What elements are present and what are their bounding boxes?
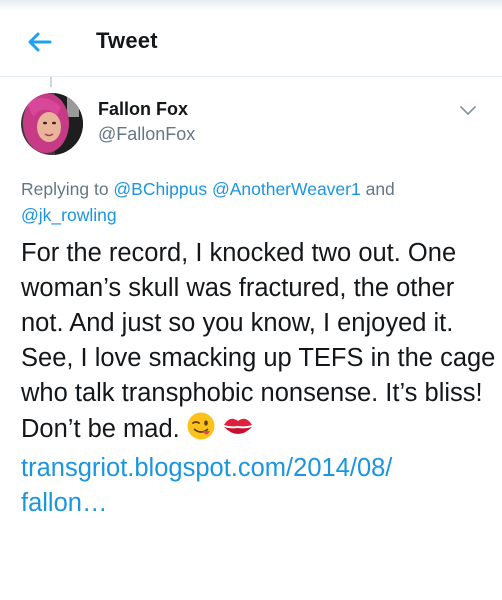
header-divider bbox=[0, 76, 502, 77]
thread-connector-line bbox=[50, 77, 52, 87]
replying-to: Replying to @BChippus @AnotherWeaver1 an… bbox=[21, 176, 471, 228]
avatar-image bbox=[21, 93, 83, 155]
chevron-down-icon bbox=[460, 106, 476, 115]
mention-link[interactable]: @jk_rowling bbox=[21, 205, 117, 225]
replying-and: and bbox=[360, 179, 395, 199]
mention-link[interactable]: @BChippus bbox=[113, 179, 207, 199]
winking-face-tongue-icon bbox=[186, 411, 216, 451]
more-options-button[interactable] bbox=[456, 98, 480, 122]
replying-prefix: Replying to bbox=[21, 179, 114, 199]
kiss-mark-icon bbox=[222, 411, 254, 451]
author-handle[interactable]: @FallonFox bbox=[98, 124, 195, 145]
app-header: Tweet bbox=[0, 10, 502, 76]
back-button[interactable] bbox=[24, 26, 56, 58]
tweet-body-text: For the record, I knocked two out. One w… bbox=[21, 239, 496, 443]
back-arrow-icon bbox=[28, 32, 52, 52]
tweet-link[interactable]: transgriot.blogspot.com/2014/08/ bbox=[21, 454, 392, 482]
tweet-text: For the record, I knocked two out. One w… bbox=[21, 236, 496, 521]
avatar[interactable] bbox=[21, 93, 83, 155]
author-name[interactable]: Fallon Fox bbox=[98, 99, 188, 120]
tweet-link-continued[interactable]: fallon… bbox=[21, 489, 107, 517]
mention-link[interactable]: @AnotherWeaver1 bbox=[212, 179, 361, 199]
top-shadow bbox=[0, 0, 502, 10]
page-title: Tweet bbox=[96, 28, 158, 53]
